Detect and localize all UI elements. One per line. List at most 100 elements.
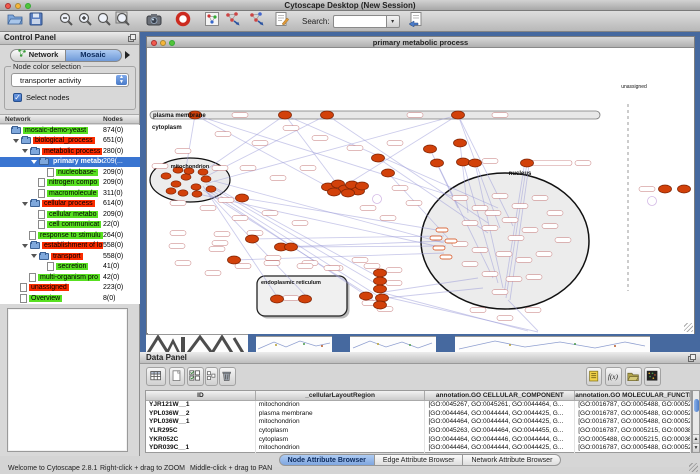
select-attributes-icon[interactable]	[187, 367, 204, 386]
tree-item-macromolecule[interactable]: macromolecule311(0)	[0, 188, 140, 199]
tree-item-establishment-of-lo[interactable]: establishment of lo558(0)	[0, 241, 140, 252]
zoom-fit-icon[interactable]	[114, 10, 131, 27]
function-builder-icon[interactable]: f(x)	[605, 367, 622, 386]
save-session-icon[interactable]	[27, 10, 44, 27]
expand-arrow-icon[interactable]	[22, 244, 28, 248]
attribute-table-icon[interactable]	[146, 367, 166, 386]
tree-item-label: nitrogen compo	[47, 179, 99, 186]
tree-item-count: 223(0)	[103, 284, 123, 291]
tree-item-multi-organism-pro[interactable]: multi-organism pro42(0)	[0, 272, 140, 283]
annotation-icon[interactable]	[273, 10, 290, 27]
tree-item-count: 651(0)	[103, 137, 123, 144]
expand-arrow-icon[interactable]	[31, 160, 37, 164]
expand-arrow-icon[interactable]	[22, 202, 28, 206]
attribute-matrix-icon[interactable]	[644, 367, 661, 386]
node-color-dropdown[interactable]: transporter activity ▲▼	[11, 73, 129, 87]
tree-item-label: nucleobase-	[56, 169, 98, 176]
scrollbar-thumb[interactable]	[694, 399, 699, 412]
column-header-annotation-go-molecular-function[interactable]: annotation.GO MOLECULAR_FUNCTION	[575, 391, 691, 400]
tree-item-metabolic-process[interactable]: metabolic process280(0)	[0, 146, 140, 157]
tree-item-primary-metabo[interactable]: primary metabo209(...	[0, 157, 140, 168]
tree-item-transport[interactable]: transport558(0)	[0, 251, 140, 262]
table-row[interactable]: YDR039C__1mitochondrion[GO:0044464, GO:0…	[146, 444, 691, 453]
unselect-attributes-icon[interactable]	[205, 367, 218, 386]
attribute-list-icon[interactable]	[586, 367, 602, 386]
table-row[interactable]: YKR052Ccytoplasm[GO:0044464, GO:0044446,…	[146, 436, 691, 445]
table-cell: [GO:0044464, GO:0044446, GO:0044444, G..…	[425, 436, 575, 445]
table-row[interactable]: YPL036W__2plasma membrane[GO:0044464, GO…	[146, 410, 691, 419]
frame-title: primary metabolic process	[147, 37, 694, 48]
tree-item-overview[interactable]: Overview8(0)	[0, 293, 140, 304]
table-scrollbar[interactable]: ▲ ▼	[692, 390, 700, 453]
expand-arrow-icon[interactable]	[13, 139, 19, 143]
network-file-icon	[38, 189, 45, 198]
tree-item-count: 209(0)	[103, 179, 123, 186]
import-file-icon[interactable]	[408, 10, 425, 27]
search-dropdown-icon[interactable]: ▾	[387, 15, 400, 28]
background-window-4[interactable]	[455, 336, 650, 352]
more-tabs-icon[interactable]	[125, 51, 130, 59]
help-icon[interactable]	[174, 10, 191, 27]
select-nodes-label: Select nodes	[26, 93, 69, 102]
scroll-up-icon[interactable]: ▲	[693, 434, 699, 443]
tab-edge-attribute-browser[interactable]: Edge Attribute Browser	[374, 454, 464, 466]
tab-network[interactable]: Network	[10, 49, 66, 62]
tree-item-count: 558(0)	[103, 242, 123, 249]
import-attributes-icon[interactable]	[625, 367, 642, 386]
select-nodes-checkbox[interactable]: ✓	[13, 93, 22, 102]
background-window-3[interactable]	[350, 336, 436, 352]
table-cell: mitochondrion	[256, 401, 426, 410]
tree-item-nucleobase[interactable]: nucleobase-209(0)	[0, 167, 140, 178]
background-window-2[interactable]	[256, 336, 332, 352]
tree-item-cell-communicat[interactable]: cell communicat22(0)	[0, 220, 140, 231]
tree-item-secretion[interactable]: secretion41(0)	[0, 262, 140, 273]
expand-arrow-icon[interactable]	[22, 149, 28, 153]
expand-arrow-icon[interactable]	[31, 254, 37, 258]
attribute-table: ID_cellularLayoutRegionannotation.GO CEL…	[145, 390, 692, 453]
tab-label: Mosaic	[80, 49, 105, 61]
network-window-icon[interactable]	[203, 10, 220, 27]
background-window-1[interactable]	[146, 334, 248, 352]
tree-item-cellular-process[interactable]: cellular process614(0)	[0, 199, 140, 210]
table-row[interactable]: YJR121W__1mitochondrion[GO:0045267, GO:0…	[146, 401, 691, 410]
apply-layout-icon[interactable]	[224, 10, 241, 27]
open-session-icon[interactable]	[6, 10, 23, 27]
search-input[interactable]	[333, 15, 387, 28]
tab-node-attribute-browser[interactable]: Node Attribute Browser	[279, 454, 375, 466]
tree-item-label: establishment of lo	[42, 242, 104, 249]
tab-mosaic[interactable]: Mosaic	[66, 49, 122, 62]
frame-titlebar[interactable]: primary metabolic process	[147, 37, 694, 48]
zoom-selected-icon[interactable]	[95, 10, 112, 27]
tree-item-cellular-metabo[interactable]: cellular metabo209(0)	[0, 209, 140, 220]
table-row[interactable]: YLR295Ccytoplasm[GO:0045263, GO:0044464,…	[146, 427, 691, 436]
tree-item-biological-process[interactable]: biological_process651(0)	[0, 136, 140, 147]
table-cell: cytoplasm	[256, 436, 426, 445]
table-row[interactable]: YPL036W__1mitochondrion[GO:0044464, GO:0…	[146, 418, 691, 427]
float-panel-icon[interactable]	[128, 34, 136, 46]
column-header-id[interactable]: ID	[146, 391, 256, 400]
column-header-annotation-go-cellular-component[interactable]: annotation.GO CELLULAR_COMPONENT	[425, 391, 575, 400]
svg-text:cytoplasm: cytoplasm	[152, 125, 182, 131]
tree-item-label: cellular metabo	[47, 211, 98, 218]
tree-item-nitrogen-compo[interactable]: nitrogen compo 209(0)	[0, 178, 140, 189]
zoom-out-icon[interactable]	[57, 10, 74, 27]
tab-network-attribute-browser[interactable]: Network Attribute Browser	[462, 454, 561, 466]
tree-item-response-to-stimulu[interactable]: response to stimulu264(0)	[0, 230, 140, 241]
tree-item-mosaic-demo-yeast[interactable]: mosaic-demo-yeast874(0)	[0, 125, 140, 136]
birdseye-view[interactable]	[7, 308, 128, 452]
column-header-cellularlayoutregion[interactable]: _cellularLayoutRegion	[256, 391, 426, 400]
apply-vizmap-icon[interactable]	[248, 10, 265, 27]
frame-resize-grip[interactable]	[684, 323, 693, 332]
network-canvas[interactable]: plasma membranecytoplasmmitochondrionnuc…	[148, 48, 694, 334]
window-resize-grip[interactable]	[689, 463, 698, 472]
float-panel-icon[interactable]	[688, 354, 696, 365]
svg-text:nucleus: nucleus	[509, 171, 532, 177]
zoom-in-icon[interactable]	[76, 10, 93, 27]
new-attribute-icon[interactable]	[169, 367, 185, 386]
delete-attribute-icon[interactable]	[219, 367, 236, 386]
cytoscape-window: Cytoscape Desktop (New Session) Search: …	[0, 0, 700, 474]
scroll-down-icon[interactable]: ▼	[693, 443, 699, 452]
control-panel-tabs: Network Mosaic	[0, 47, 139, 63]
snapshot-icon[interactable]	[145, 10, 162, 27]
tree-item-unassigned[interactable]: unassigned223(0)	[0, 283, 140, 294]
